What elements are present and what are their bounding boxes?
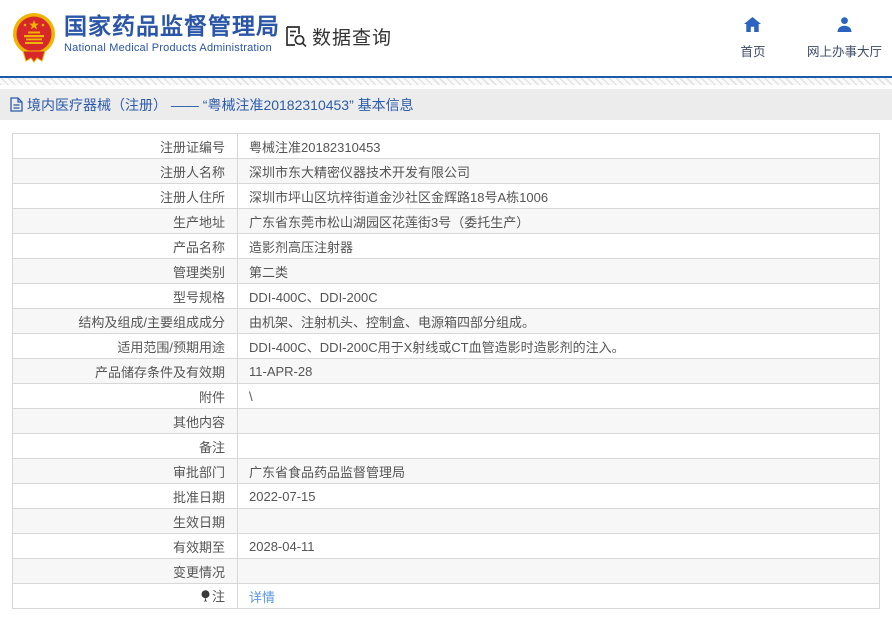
table-row: 有效期至 2028-04-11 — [12, 533, 880, 559]
document-icon — [10, 97, 23, 112]
info-table-body: 注册证编号 粤械注准20182310453 注册人名称 深圳市东大精密仪器技术开发有限… — [12, 133, 880, 609]
table-row: 型号规格 DDI-400C、DDI-200C — [12, 283, 880, 309]
row-label: 注 — [12, 583, 238, 609]
site-header: 国家药品监督管理局 National Medical Products Admi… — [0, 0, 892, 76]
row-label: 注册证编号 — [12, 133, 238, 159]
row-value: DDI-400C、DDI-200C用于X射线或CT血管造影时造影剂的注入。 — [237, 333, 880, 359]
nav-home[interactable]: 首页 — [733, 17, 773, 60]
nav-home-label: 首页 — [740, 45, 766, 59]
table-row: 产品储存条件及有效期 11-APR-28 — [12, 358, 880, 384]
user-icon — [836, 17, 853, 37]
row-label: 批准日期 — [12, 483, 238, 509]
note-balloon-icon — [201, 590, 210, 606]
table-row: 批准日期 2022-07-15 — [12, 483, 880, 509]
home-icon — [744, 17, 762, 37]
row-label: 有效期至 — [12, 533, 238, 559]
row-value: 详情 — [237, 583, 880, 609]
breadcrumb-bar: 境内医疗器械（注册） —— “粤械注准20182310453” 基本信息 — [0, 89, 892, 120]
row-value: 11-APR-28 — [237, 358, 880, 384]
row-value: 广东省食品药品监督管理局 — [237, 458, 880, 484]
table-row: 备注 — [12, 433, 880, 459]
row-value — [237, 558, 880, 584]
agency-name-zh: 国家药品监督管理局 — [64, 13, 280, 39]
table-row: 产品名称 造影剂高压注射器 — [12, 233, 880, 259]
document-search-icon — [283, 24, 308, 49]
row-value: 造影剂高压注射器 — [237, 233, 880, 259]
table-row: 注册证编号 粤械注准20182310453 — [12, 133, 880, 159]
page: 国家药品监督管理局 National Medical Products Admi… — [0, 0, 892, 609]
table-row: 附件 \ — [12, 383, 880, 409]
hatch-texture-strip — [0, 78, 892, 85]
nav-online-hall[interactable]: 网上办事大厅 — [807, 17, 882, 60]
row-value: 广东省东莞市松山湖园区花莲街3号（委托生产） — [237, 208, 880, 234]
table-row: 注册人住所 深圳市坪山区坑梓街道金沙社区金辉路18号A栋1006 — [12, 183, 880, 209]
breadcrumb: 境内医疗器械（注册） —— “粤械注准20182310453” 基本信息 — [27, 96, 414, 113]
row-label: 附件 — [12, 383, 238, 409]
table-row: 审批部门 广东省食品药品监督管理局 — [12, 458, 880, 484]
table-row: 管理类别 第二类 — [12, 258, 880, 284]
row-value: 深圳市东大精密仪器技术开发有限公司 — [237, 158, 880, 184]
row-value — [237, 433, 880, 459]
row-label: 型号规格 — [12, 283, 238, 309]
row-label: 结构及组成/主要组成成分 — [12, 308, 238, 334]
table-row: 生效日期 — [12, 508, 880, 534]
table-row: 注详情 — [12, 583, 880, 609]
table-row: 其他内容 — [12, 408, 880, 434]
agency-title-block: 国家药品监督管理局 National Medical Products Admi… — [64, 13, 280, 54]
agency-name-en: National Medical Products Administration — [64, 42, 272, 54]
row-label: 适用范围/预期用途 — [12, 333, 238, 359]
row-value — [237, 508, 880, 534]
row-label: 注册人名称 — [12, 158, 238, 184]
nav-online-hall-label: 网上办事大厅 — [806, 45, 882, 59]
row-label: 审批部门 — [12, 458, 238, 484]
row-value: 2028-04-11 — [237, 533, 880, 559]
info-table: 注册证编号 粤械注准20182310453 注册人名称 深圳市东大精密仪器技术开发有限… — [12, 133, 880, 609]
row-label: 生效日期 — [12, 508, 238, 534]
row-value: 粤械注准20182310453 — [237, 133, 880, 159]
row-value — [237, 408, 880, 434]
row-value: DDI-400C、DDI-200C — [237, 283, 880, 309]
row-label: 产品储存条件及有效期 — [12, 358, 238, 384]
row-label: 管理类别 — [12, 258, 238, 284]
row-label: 生产地址 — [12, 208, 238, 234]
data-query-section[interactable]: 数据查询 — [283, 23, 392, 50]
table-row: 结构及组成/主要组成成分 由机架、注射机头、控制盒、电源箱四部分组成。 — [12, 308, 880, 334]
table-row: 变更情况 — [12, 558, 880, 584]
row-label: 其他内容 — [12, 408, 238, 434]
row-label: 注册人住所 — [12, 183, 238, 209]
table-row: 生产地址 广东省东莞市松山湖园区花莲街3号（委托生产） — [12, 208, 880, 234]
row-value: 深圳市坪山区坑梓街道金沙社区金辉路18号A栋1006 — [237, 183, 880, 209]
row-label: 变更情况 — [12, 558, 238, 584]
detail-link[interactable]: 详情 — [249, 590, 275, 605]
row-value: 2022-07-15 — [237, 483, 880, 509]
row-value: \ — [237, 383, 880, 409]
national-emblem-logo — [8, 9, 60, 65]
data-query-label: 数据查询 — [312, 28, 393, 49]
row-label: 产品名称 — [12, 233, 238, 259]
top-nav: 首页 网上办事大厅 — [733, 17, 882, 60]
table-row: 注册人名称 深圳市东大精密仪器技术开发有限公司 — [12, 158, 880, 184]
table-row: 适用范围/预期用途 DDI-400C、DDI-200C用于X射线或CT血管造影时造… — [12, 333, 880, 359]
row-value: 由机架、注射机头、控制盒、电源箱四部分组成。 — [237, 308, 880, 334]
row-value: 第二类 — [237, 258, 880, 284]
row-label: 备注 — [12, 433, 238, 459]
